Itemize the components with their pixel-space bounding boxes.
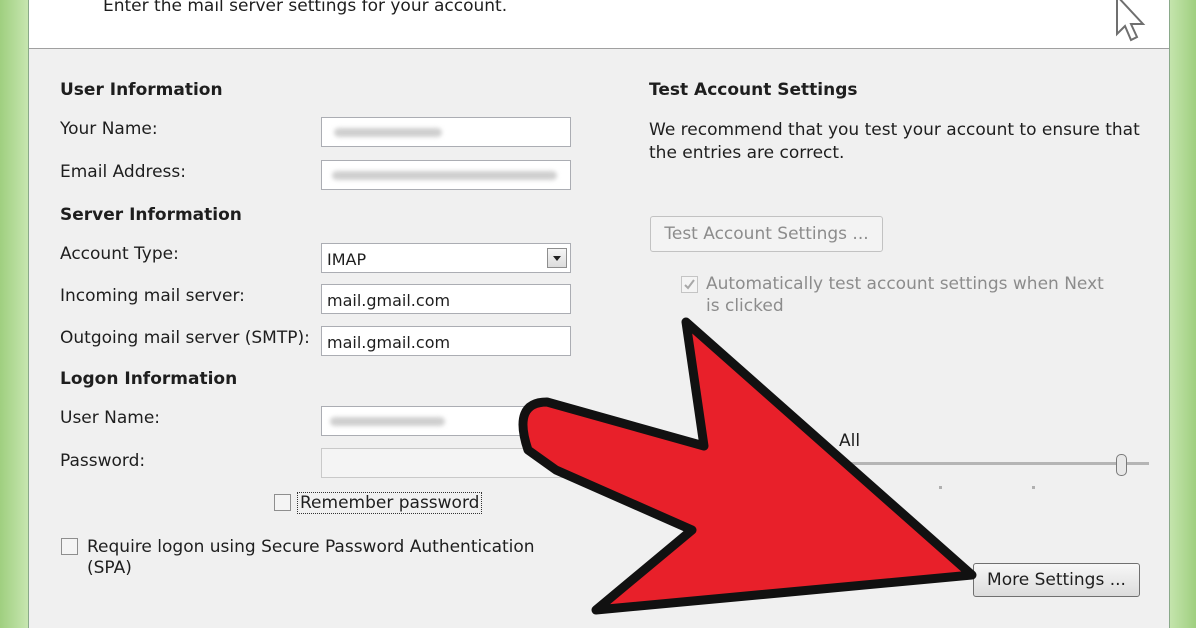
red-pointer-arrow	[518, 317, 977, 615]
